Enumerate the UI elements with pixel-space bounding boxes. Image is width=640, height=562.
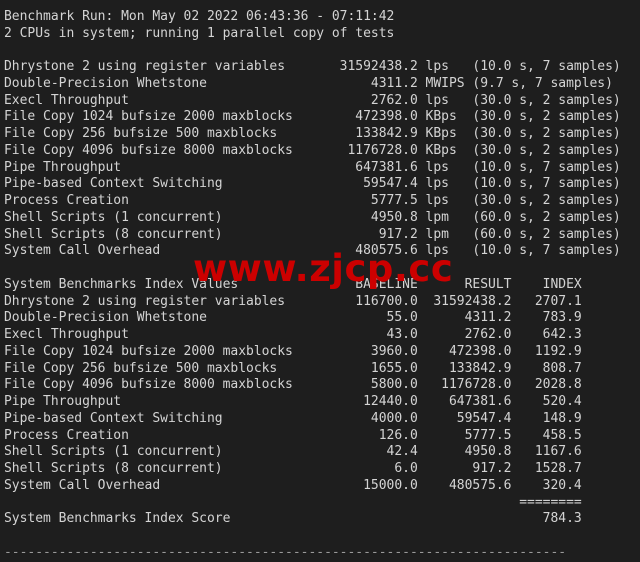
- index-row: Execl Throughput 43.0 2762.0 642.3: [4, 327, 582, 342]
- index-row: File Copy 4096 bufsize 8000 maxblocks 58…: [4, 377, 582, 393]
- result-row: File Copy 1024 bufsize 2000 maxblocks 47…: [4, 109, 621, 125]
- cpu-info-line: 2 CPUs in system; running 1 parallel cop…: [4, 25, 395, 41]
- index-row: Shell Scripts (8 concurrent) 6.0 917.2 1…: [4, 461, 582, 476]
- result-row: Dhrystone 2 using register variables 315…: [4, 59, 621, 74]
- index-row: Shell Scripts (1 concurrent) 42.4 4950.8…: [4, 444, 582, 460]
- index-row: Dhrystone 2 using register variables 116…: [4, 293, 582, 309]
- result-row: File Copy 256 bufsize 500 maxblocks 1338…: [4, 126, 621, 141]
- result-row: File Copy 4096 bufsize 8000 maxblocks 11…: [4, 142, 621, 158]
- benchmark-run-line: Benchmark Run: Mon May 02 2022 06:43:36 …: [4, 8, 395, 24]
- result-row: Execl Throughput 2762.0 lps (30.0 s, 2 s…: [4, 92, 621, 108]
- result-row: Double-Precision Whetstone 4311.2 MWIPS …: [4, 75, 613, 91]
- index-row: System Call Overhead 15000.0 480575.6 32…: [4, 477, 582, 493]
- bottom-divider: ----------------------------------------…: [4, 544, 567, 560]
- terminal-output: ----------------------------------------…: [4, 0, 640, 562]
- index-separator: ========: [4, 494, 582, 510]
- result-row: Process Creation 5777.5 lps (30.0 s, 2 s…: [4, 193, 621, 208]
- index-score-line: System Benchmarks Index Score 784.3: [4, 511, 582, 527]
- index-table-header: System Benchmarks Index Values BASELINE …: [4, 276, 582, 292]
- index-row: File Copy 256 bufsize 500 maxblocks 1655…: [4, 360, 582, 376]
- index-row: Process Creation 126.0 5777.5 458.5: [4, 427, 582, 443]
- index-row: Pipe-based Context Switching 4000.0 5954…: [4, 410, 582, 426]
- result-row: Shell Scripts (8 concurrent) 917.2 lpm (…: [4, 226, 621, 242]
- result-row: Pipe Throughput 647381.6 lps (10.0 s, 7 …: [4, 159, 621, 175]
- result-row: Pipe-based Context Switching 59547.4 lps…: [4, 176, 621, 192]
- index-row: Double-Precision Whetstone 55.0 4311.2 7…: [4, 310, 582, 326]
- index-row: File Copy 1024 bufsize 2000 maxblocks 39…: [4, 343, 582, 359]
- index-table-rows: Dhrystone 2 using register variables 116…: [4, 294, 640, 495]
- result-row: System Call Overhead 480575.6 lps (10.0 …: [4, 243, 621, 259]
- result-row: Shell Scripts (1 concurrent) 4950.8 lpm …: [4, 209, 621, 225]
- top-divider: ----------------------------------------…: [4, 0, 640, 9]
- raw-results-block: Dhrystone 2 using register variables 315…: [4, 59, 640, 260]
- index-row: Pipe Throughput 12440.0 647381.6 520.4: [4, 394, 582, 409]
